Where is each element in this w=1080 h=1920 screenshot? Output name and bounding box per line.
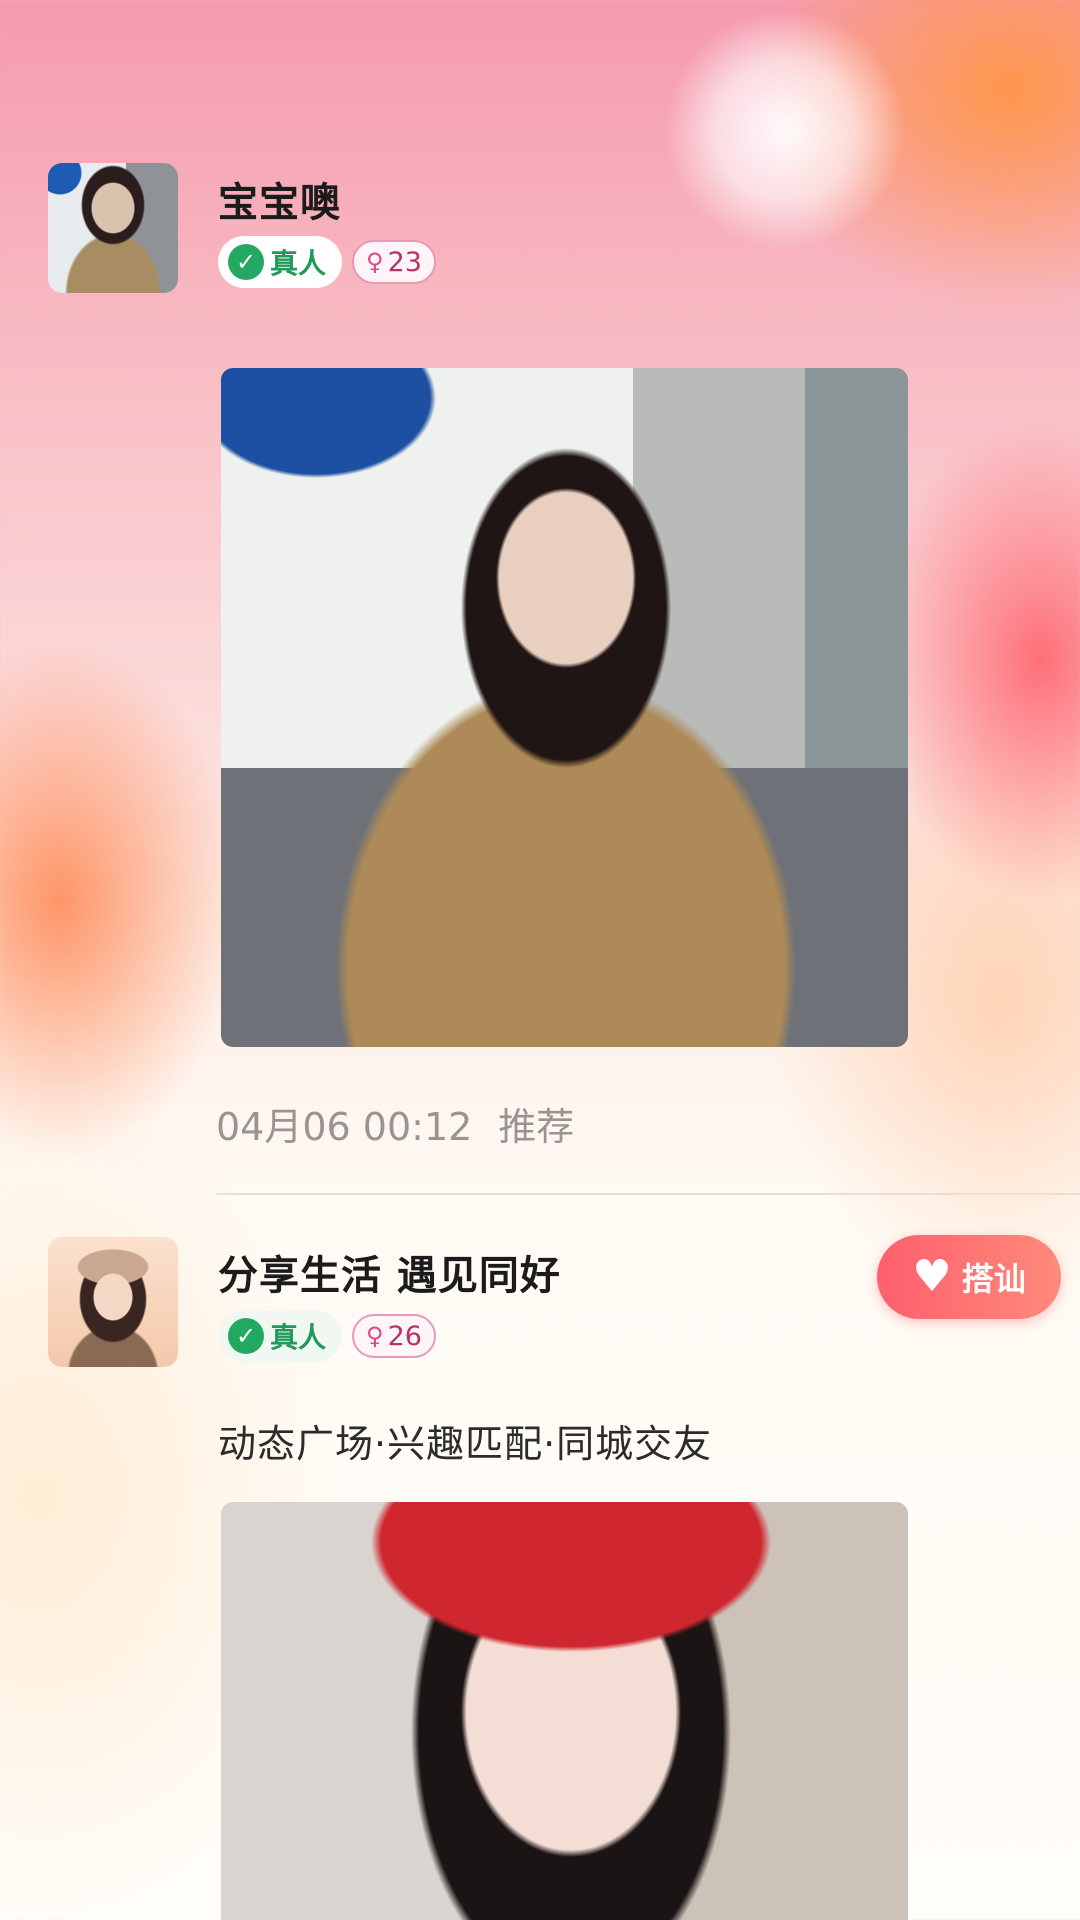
- check-circle-icon: ✓: [228, 1318, 264, 1354]
- username[interactable]: 分享生活 遇见同好: [218, 1243, 561, 1301]
- avatar[interactable]: [48, 1237, 178, 1367]
- heart-icon: ♥: [912, 1251, 952, 1302]
- post-photo[interactable]: [221, 1502, 908, 1920]
- verified-badge: ✓ 真人: [218, 1310, 343, 1362]
- post-card: 分享生活 遇见同好 ✓ 真人 ♀ 26 ♥ 搭讪 动态广场·兴趣匹配·同城交友: [0, 0, 1080, 1920]
- chat-button-label: 搭讪: [961, 1260, 1026, 1298]
- post-description: 动态广场·兴趣匹配·同城交友: [218, 1422, 713, 1466]
- verified-label: 真人: [270, 1321, 327, 1354]
- chat-button[interactable]: ♥ 搭讪: [877, 1235, 1061, 1319]
- age-value: 26: [387, 1320, 422, 1352]
- female-icon: ♀: [366, 1322, 384, 1350]
- age-badge: ♀ 26: [352, 1314, 436, 1358]
- badge-row: ✓ 真人 ♀ 26: [218, 1310, 436, 1362]
